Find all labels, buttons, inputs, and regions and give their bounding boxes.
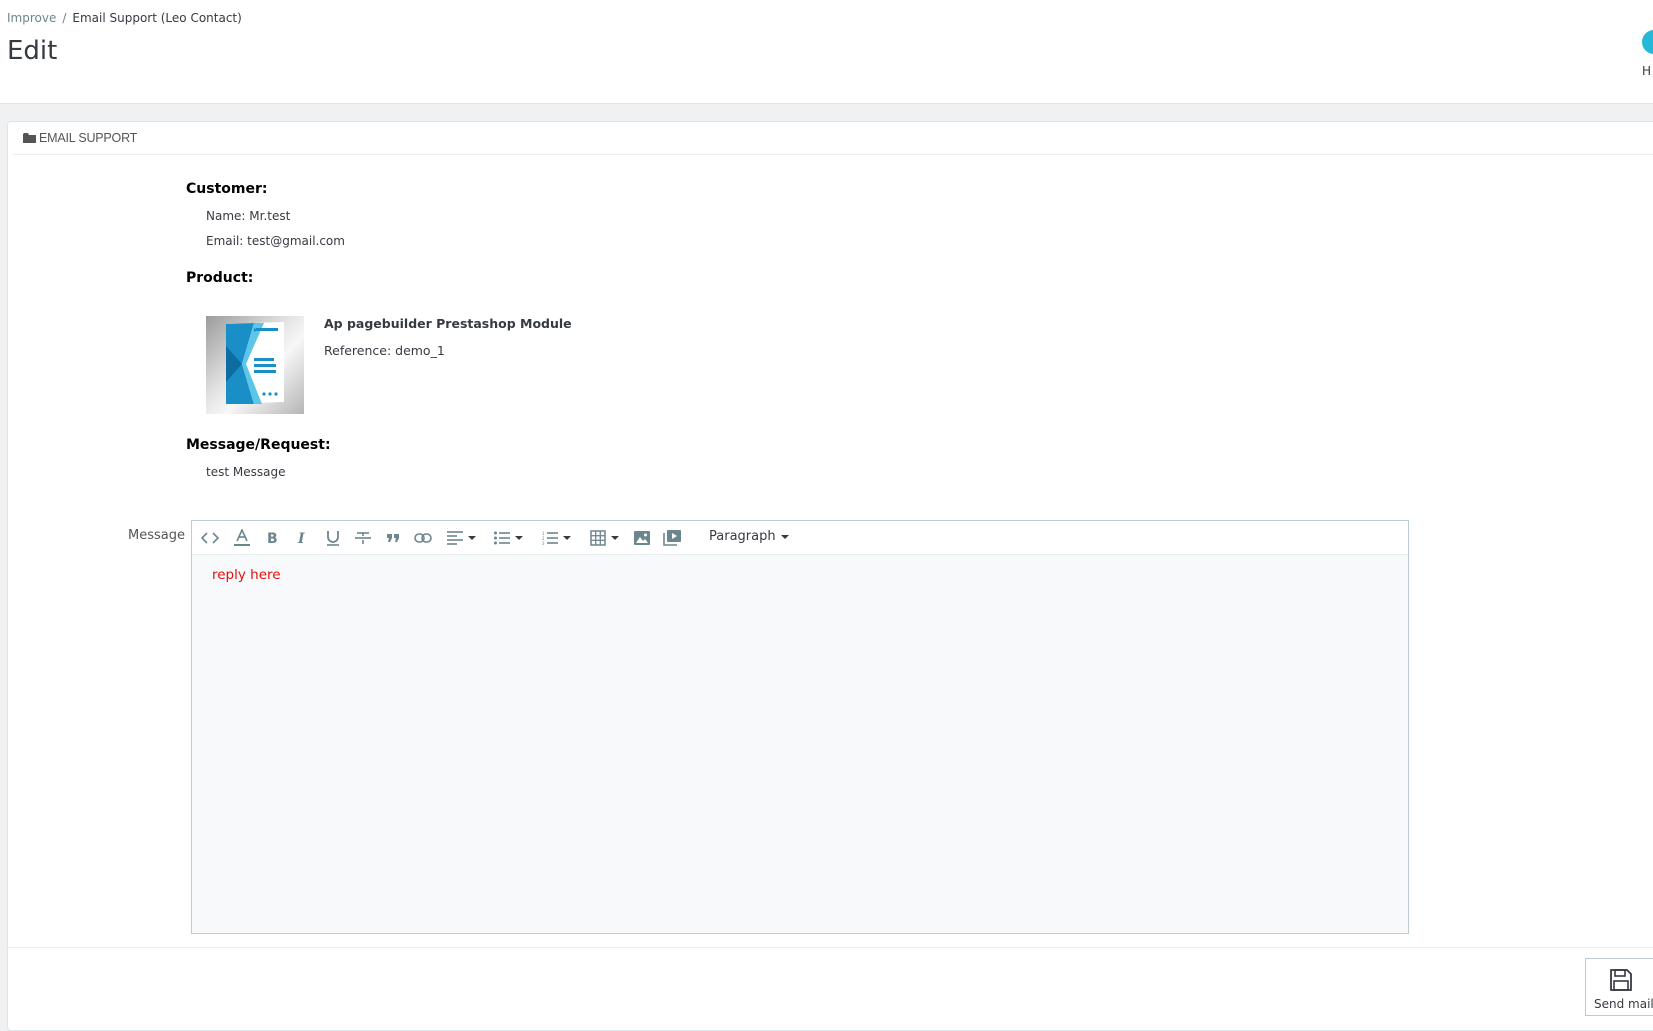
paragraph-format-label: Paragraph — [709, 529, 776, 544]
insert-image-button[interactable] — [632, 528, 652, 548]
underline-button[interactable] — [323, 528, 343, 548]
blockquote-button[interactable] — [383, 528, 403, 548]
help-button[interactable]: H — [1630, 30, 1653, 90]
customer-email: Email: test@gmail.com — [206, 234, 345, 248]
breadcrumb-separator: / — [62, 11, 67, 25]
table-dropdown[interactable] — [586, 528, 622, 548]
code-icon — [201, 532, 219, 544]
send-mail-label: Send mail — [1594, 997, 1653, 1011]
bold-icon: B — [267, 531, 278, 545]
text-color-icon — [234, 529, 250, 546]
customer-label: Customer: — [186, 181, 268, 197]
svg-text:B: B — [267, 531, 278, 545]
send-mail-button[interactable]: Send mail — [1585, 958, 1653, 1016]
message-request-label: Message/Request: — [186, 437, 331, 453]
editor-toolbar: B I 123 Paragraph — [192, 521, 1408, 555]
save-icon — [1610, 969, 1632, 991]
help-icon — [1642, 30, 1653, 54]
breadcrumb: Improve / Email Support (Leo Contact) — [7, 11, 242, 25]
align-dropdown[interactable] — [443, 528, 479, 548]
product-cover-icon — [226, 322, 284, 404]
align-left-icon — [446, 531, 463, 545]
product-reference: Reference: demo_1 — [324, 343, 445, 358]
panel-heading: EMAIL SUPPORT — [13, 122, 1653, 155]
insert-media-button[interactable] — [662, 528, 682, 548]
customer-name: Name: Mr.test — [206, 209, 291, 223]
strikethrough-icon — [355, 532, 371, 544]
source-code-button[interactable] — [200, 528, 220, 548]
table-icon — [589, 530, 606, 546]
svg-text:3: 3 — [542, 541, 545, 545]
page-header: Improve / Email Support (Leo Contact) Edit… — [0, 0, 1653, 104]
numbered-list-dropdown[interactable]: 123 — [538, 528, 574, 548]
product-label: Product: — [186, 270, 254, 286]
chevron-down-icon — [562, 536, 571, 540]
text-color-button[interactable] — [232, 528, 252, 548]
link-icon — [414, 533, 432, 543]
folder-icon — [23, 133, 36, 143]
panel-footer-divider — [7, 947, 1653, 948]
insert-link-button[interactable] — [413, 528, 433, 548]
svg-text:I: I — [297, 531, 305, 545]
help-label: H — [1642, 64, 1652, 78]
message-editor[interactable]: B I 123 Paragraph reply here — [191, 520, 1409, 934]
message-field-label: Message — [128, 528, 185, 543]
product-image — [206, 316, 304, 414]
underline-icon — [327, 531, 339, 546]
chevron-down-icon — [467, 536, 476, 540]
media-icon — [663, 530, 681, 546]
page-title: Edit — [7, 36, 58, 66]
product-name: Ap pagebuilder Prestashop Module — [324, 316, 572, 331]
bullet-list-icon — [493, 531, 510, 545]
chevron-down-icon — [780, 534, 789, 539]
message-editor-content[interactable]: reply here — [212, 567, 281, 583]
breadcrumb-current: Email Support (Leo Contact) — [72, 11, 242, 25]
chevron-down-icon — [610, 536, 619, 540]
strikethrough-button[interactable] — [353, 528, 373, 548]
numbered-list-icon: 123 — [542, 531, 558, 545]
bold-button[interactable]: B — [263, 528, 283, 548]
panel-heading-title: EMAIL SUPPORT — [39, 131, 138, 145]
bullet-list-dropdown[interactable] — [490, 528, 526, 548]
image-icon — [634, 531, 650, 545]
italic-icon: I — [297, 531, 305, 545]
italic-button[interactable]: I — [293, 528, 313, 548]
message-request-text: test Message — [206, 465, 286, 479]
quote-icon — [387, 534, 399, 542]
paragraph-format-dropdown[interactable]: Paragraph — [709, 529, 789, 544]
breadcrumb-link-improve[interactable]: Improve — [7, 11, 56, 25]
chevron-down-icon — [514, 536, 523, 540]
